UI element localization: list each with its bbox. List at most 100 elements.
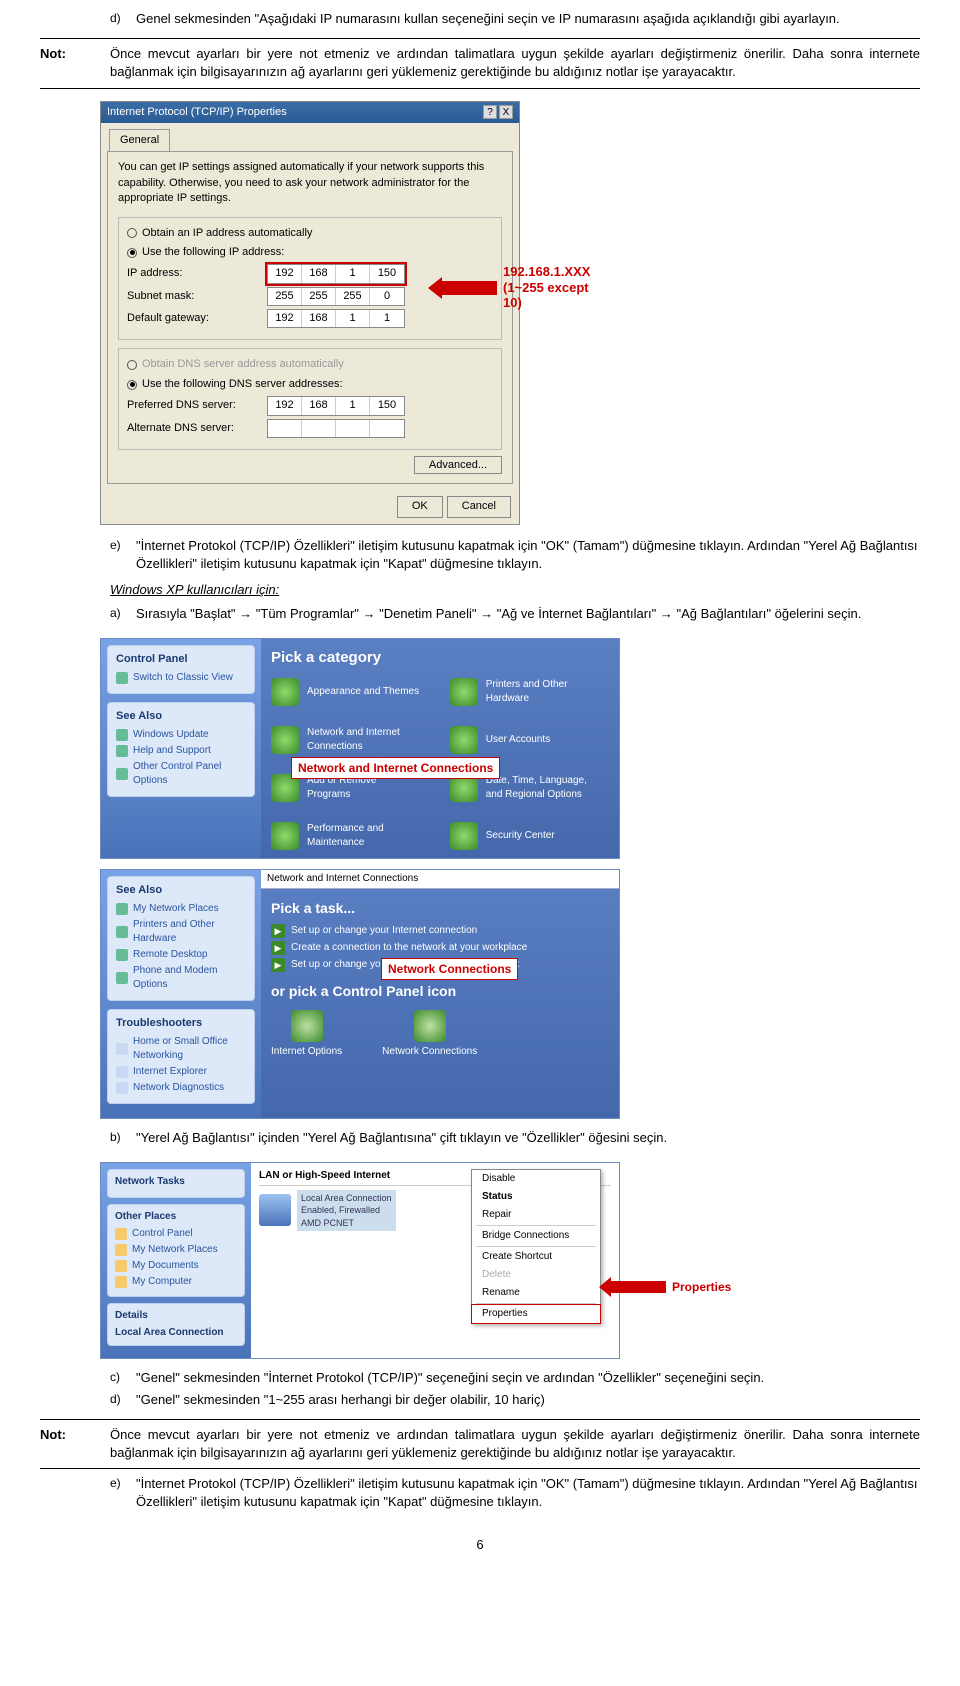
radio-use-ip[interactable]: Use the following IP address: [127,245,493,260]
folder-icon [116,672,128,684]
arrow-icon: ▶ [271,941,285,955]
help-icon [116,1082,128,1094]
category-icon [450,678,478,706]
see-also-item[interactable]: Printers and Other Hardware [116,918,246,946]
other-place-item[interactable]: My Network Places [115,1243,237,1257]
menu-shortcut[interactable]: Create Shortcut [472,1248,600,1266]
menu-status[interactable]: Status [472,1188,600,1206]
item-d-text: Genel sekmesinden "Aşağıdaki IP numarası… [136,10,920,28]
conn-l2: Enabled, Firewalled [301,1204,392,1217]
note-1-label: Not: [40,45,90,81]
divider [40,88,920,89]
help-icon[interactable]: ? [483,105,497,119]
see-also-item[interactable]: Phone and Modem Options [116,964,246,992]
gw-input[interactable]: 192 168 1 1 [267,309,405,328]
see-also-item[interactable]: Remote Desktop [116,948,246,962]
category-item[interactable]: Network and Internet Connections [271,726,420,754]
top-block: d) Genel sekmesinden "Aşağıdaki IP numar… [40,10,920,32]
switch-view[interactable]: Switch to Classic View [116,671,246,685]
arrow-icon: ▶ [271,924,285,938]
ip-input[interactable]: 192 168 1 150 [267,264,405,283]
item-e2-letter: e) [110,1475,128,1511]
control-panel-screenshot-2: See Also My Network Places Printers and … [100,869,620,1120]
pdns-label: Preferred DNS server: [127,398,267,413]
ts-item[interactable]: Internet Explorer [116,1065,246,1079]
cp-icon[interactable]: Internet Options [271,1010,342,1059]
see-also-heading: See Also [116,883,246,898]
mask-input[interactable]: 255 255 255 0 [267,287,405,306]
callout-arrow: 192.168.1.XXX (1~255 except 10) [442,264,602,311]
menu-disable[interactable]: Disable [472,1170,600,1188]
ip-octet: 255 [336,288,370,305]
adns-input[interactable] [267,419,405,438]
see-also-item[interactable]: Windows Update [116,728,246,742]
link-icon [116,768,128,780]
ip-octet: 192 [268,265,302,282]
menu-repair[interactable]: Repair [472,1206,600,1224]
see-also-item[interactable]: Other Control Panel Options [116,760,246,788]
category-icon [271,678,299,706]
folder-icon [115,1276,127,1288]
category-item[interactable]: Printers and Other Hardware [450,678,599,706]
category-item[interactable]: Appearance and Themes [271,678,420,706]
conn-l1: Local Area Connection [301,1192,392,1205]
arrow-icon: ▶ [271,958,285,972]
ts-item[interactable]: Network Diagnostics [116,1081,246,1095]
category-icon [450,726,478,754]
item-c-letter: c) [110,1369,128,1387]
tab-general[interactable]: General [109,129,170,151]
see-also-item[interactable]: Help and Support [116,744,246,758]
task-item[interactable]: ▶Create a connection to the network at y… [271,941,609,955]
see-also-item[interactable]: My Network Places [116,902,246,916]
close-icon[interactable]: X [499,105,513,119]
item-a: a) Sırasıyla "Başlat" → "Tüm Programlar"… [110,605,920,623]
radio-icon [127,360,137,370]
item-c: c) "Genel" sekmesinden "İnternet Protoko… [110,1369,920,1387]
page-number: 6 [40,1536,920,1554]
menu-properties[interactable]: Properties [472,1305,600,1323]
radio-icon [127,248,137,258]
ts-item[interactable]: Home or Small Office Networking [116,1035,246,1063]
pdns-input[interactable]: 192 168 1 150 [267,396,405,415]
ip-octet: 192 [268,397,302,414]
internet-options-icon [291,1010,323,1042]
ok-button[interactable]: OK [397,496,443,517]
other-place-item[interactable]: My Documents [115,1259,237,1273]
item-e: e) "İnternet Protokol (TCP/IP) Özellikle… [110,537,920,573]
cp-icon[interactable]: Network Connections [382,1010,477,1059]
category-icon [271,822,299,850]
item-d2: d) "Genel" sekmesinden "1~255 arası herh… [110,1391,920,1409]
context-menu: Disable Status Repair Bridge Connections… [471,1169,601,1324]
link-icon [116,926,128,938]
callout-properties: Properties [672,1279,731,1296]
cancel-button[interactable]: Cancel [447,496,511,517]
note-1-text: Önce mevcut ayarları bir yere not etmeni… [110,45,920,81]
item-d2-letter: d) [110,1391,128,1409]
advanced-button[interactable]: Advanced... [414,456,502,474]
item-e-text: "İnternet Protokol (TCP/IP) Özellikleri"… [136,537,920,573]
radio-auto-ip[interactable]: Obtain an IP address automatically [127,226,493,241]
callout-line2: (1~255 except 10) [503,280,602,311]
item-d-letter: d) [110,10,128,28]
item-d: d) Genel sekmesinden "Aşağıdaki IP numar… [110,10,920,28]
item-e2-text: "İnternet Protokol (TCP/IP) Özellikleri"… [136,1475,920,1511]
xp-heading: Windows XP kullanıcıları için: [110,581,920,599]
item-b-text: "Yerel Ağ Bağlantısı" içinden "Yerel Ağ … [136,1129,920,1147]
category-item[interactable]: User Accounts [450,726,599,754]
tcpip-title: Internet Protocol (TCP/IP) Properties [107,105,287,120]
task-item[interactable]: ▶Set up or change your Internet connecti… [271,924,609,938]
menu-rename[interactable]: Rename [472,1284,600,1302]
radio-auto-ip-label: Obtain an IP address automatically [142,226,312,241]
radio-use-dns[interactable]: Use the following DNS server addresses: [127,377,493,392]
other-place-item[interactable]: My Computer [115,1275,237,1289]
item-b: b) "Yerel Ağ Bağlantısı" içinden "Yerel … [110,1129,920,1147]
menu-bridge[interactable]: Bridge Connections [472,1227,600,1245]
link-icon [116,745,128,757]
pick-category-heading: Pick a category [271,647,609,668]
category-item[interactable]: Performance and Maintenance [271,822,420,850]
other-place-item[interactable]: Control Panel [115,1227,237,1241]
or-pick-heading: or pick a Control Panel icon [271,982,609,1002]
category-item[interactable]: Security Center [450,822,599,850]
link-icon [116,949,128,961]
other-places-heading: Other Places [115,1210,237,1224]
